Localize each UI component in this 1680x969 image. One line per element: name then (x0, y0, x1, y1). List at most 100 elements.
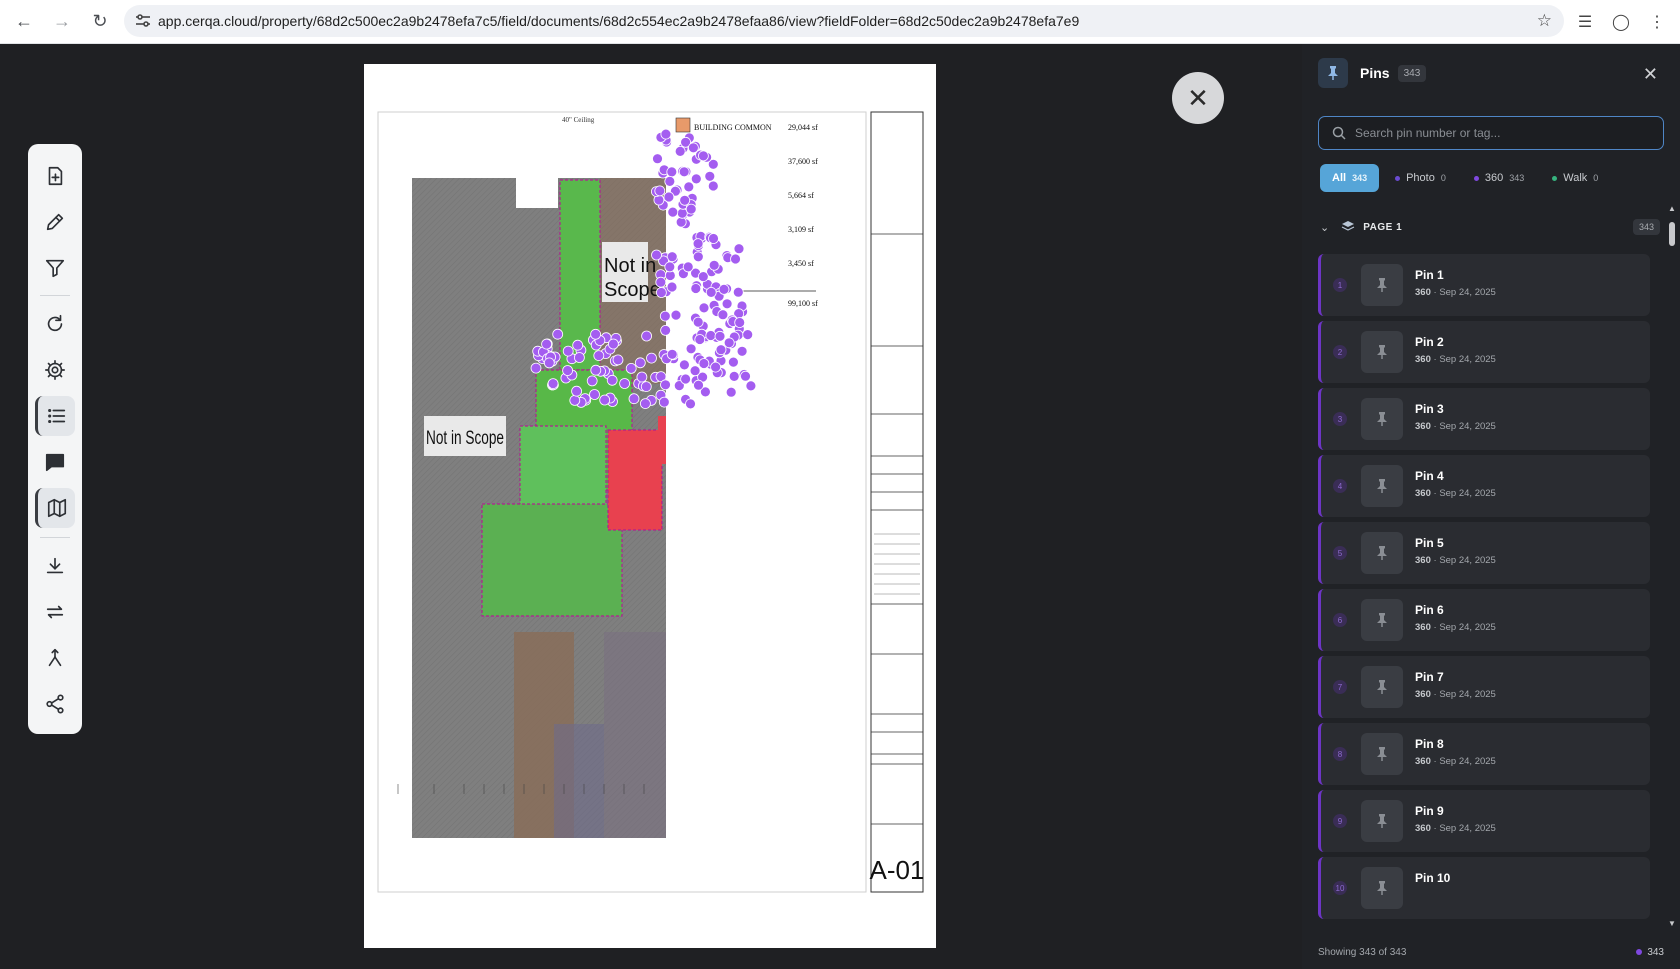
pin-card[interactable]: 10 Pin 10 (1318, 857, 1650, 919)
pin-marker[interactable] (734, 317, 746, 328)
list-icon[interactable] (35, 396, 75, 436)
comment-icon[interactable] (35, 442, 75, 482)
pin-marker[interactable] (723, 337, 735, 349)
pin-marker[interactable] (646, 352, 657, 364)
address-bar[interactable]: app.cerqa.cloud/property/68d2c500ec2a9b2… (124, 5, 1564, 37)
pin-marker[interactable] (666, 348, 678, 360)
pin-marker[interactable] (710, 361, 722, 373)
share-icon[interactable] (35, 684, 75, 724)
pin-marker[interactable] (679, 194, 691, 206)
pin-marker[interactable] (655, 287, 667, 298)
pin-marker[interactable] (682, 261, 694, 273)
pin-marker[interactable] (664, 261, 676, 273)
page-group-header[interactable]: ⌄ PAGE 1 343 (1318, 212, 1664, 242)
pencil-icon[interactable] (35, 202, 75, 242)
pin-marker[interactable] (692, 238, 704, 250)
pin-card[interactable]: 8 Pin 8 360 · Sep 24, 2025 (1318, 723, 1650, 785)
pin-card[interactable]: 4 Pin 4 360 · Sep 24, 2025 (1318, 455, 1650, 517)
refresh-icon[interactable] (35, 304, 75, 344)
filter-360[interactable]: 360 343 (1462, 164, 1536, 192)
filter-walk[interactable]: Walk 0 (1540, 164, 1610, 192)
pin-marker[interactable] (530, 362, 542, 374)
pin-marker[interactable] (573, 352, 585, 363)
filter-icon[interactable] (35, 248, 75, 288)
pin-marker[interactable] (625, 362, 637, 374)
pin-marker[interactable] (659, 310, 671, 322)
pin-marker[interactable] (732, 286, 744, 298)
media-control-icon[interactable]: ☰ (1572, 9, 1598, 35)
swap-icon[interactable] (35, 592, 75, 632)
pin-marker[interactable] (678, 359, 690, 371)
pin-card[interactable]: 1 Pin 1 360 · Sep 24, 2025 (1318, 254, 1650, 316)
pin-marker[interactable] (666, 281, 678, 293)
pin-marker[interactable] (683, 181, 695, 193)
gear-icon[interactable] (35, 350, 75, 390)
pin-marker[interactable] (708, 259, 720, 271)
pin-marker[interactable] (569, 394, 581, 406)
pin-marker[interactable] (640, 381, 652, 393)
pin-marker[interactable] (714, 330, 726, 342)
pin-marker[interactable] (541, 338, 553, 350)
scroll-up-icon[interactable]: ▲ (1668, 204, 1676, 213)
pin-marker[interactable] (658, 396, 670, 408)
pin-marker[interactable] (651, 249, 662, 261)
pin-list-scrollbar[interactable]: ▲ ▼ (1668, 204, 1676, 928)
pin-marker[interactable] (692, 251, 704, 263)
pin-marker[interactable] (660, 379, 671, 391)
pin-marker[interactable] (660, 324, 672, 336)
pin-marker[interactable] (727, 356, 739, 368)
pin-marker[interactable] (692, 316, 704, 328)
pin-marker[interactable] (562, 365, 574, 376)
pin-marker[interactable] (652, 153, 663, 165)
pin-marker[interactable] (740, 370, 751, 382)
pin-card[interactable]: 7 Pin 7 360 · Sep 24, 2025 (1318, 656, 1650, 718)
pin-marker[interactable] (572, 339, 584, 351)
pin-marker[interactable] (634, 357, 646, 369)
pin-marker[interactable] (745, 380, 757, 392)
more-menu-icon[interactable]: ⋮ (1644, 9, 1670, 35)
pin-marker[interactable] (654, 185, 666, 197)
pin-marker[interactable] (660, 128, 672, 140)
pin-marker[interactable] (717, 309, 729, 321)
reload-icon[interactable]: ↻ (82, 4, 118, 40)
pin-marker[interactable] (590, 364, 602, 376)
arrow-right-icon[interactable]: → (44, 4, 80, 40)
pin-marker[interactable] (708, 233, 719, 244)
pin-marker[interactable] (736, 345, 748, 357)
pin-marker[interactable] (636, 371, 648, 383)
pin-card[interactable]: 9 Pin 9 360 · Sep 24, 2025 (1318, 790, 1650, 852)
pin-marker[interactable] (606, 374, 618, 386)
pin-card[interactable]: 5 Pin 5 360 · Sep 24, 2025 (1318, 522, 1650, 584)
pin-marker[interactable] (733, 243, 745, 255)
chevron-down-icon[interactable]: ⌄ (1320, 221, 1329, 234)
pin-marker[interactable] (697, 150, 709, 162)
add-document-icon[interactable] (35, 156, 75, 196)
pin-marker[interactable] (698, 302, 710, 314)
pin-marker[interactable] (674, 146, 686, 157)
pin-marker[interactable] (705, 286, 717, 298)
pin-marker[interactable] (680, 373, 692, 385)
download-icon[interactable] (35, 546, 75, 586)
floor-plan-document[interactable]: A-01 Not in Scope Not in Scope BUILDING … (364, 64, 936, 948)
filter-photo[interactable]: Photo 0 (1383, 164, 1458, 192)
pin-marker[interactable] (707, 180, 719, 192)
pin-marker[interactable] (543, 357, 555, 369)
pin-marker[interactable] (612, 354, 624, 366)
pin-marker[interactable] (607, 338, 619, 350)
search-input[interactable] (1355, 126, 1655, 140)
pin-marker[interactable] (697, 271, 709, 283)
pin-marker[interactable] (562, 345, 574, 357)
pin-marker[interactable] (718, 283, 730, 295)
pin-marker[interactable] (690, 173, 702, 185)
pin-marker[interactable] (641, 330, 653, 342)
pin-marker[interactable] (690, 283, 702, 294)
pin-card[interactable]: 6 Pin 6 360 · Sep 24, 2025 (1318, 589, 1650, 651)
pin-marker[interactable] (704, 170, 716, 182)
pin-marker[interactable] (730, 253, 741, 265)
pin-card[interactable]: 2 Pin 2 360 · Sep 24, 2025 (1318, 321, 1650, 383)
close-document-button[interactable]: ✕ (1172, 72, 1224, 124)
pin-marker[interactable] (675, 216, 687, 228)
pin-marker[interactable] (663, 191, 675, 203)
pin-marker[interactable] (705, 330, 717, 341)
pin-marker[interactable] (547, 378, 559, 390)
